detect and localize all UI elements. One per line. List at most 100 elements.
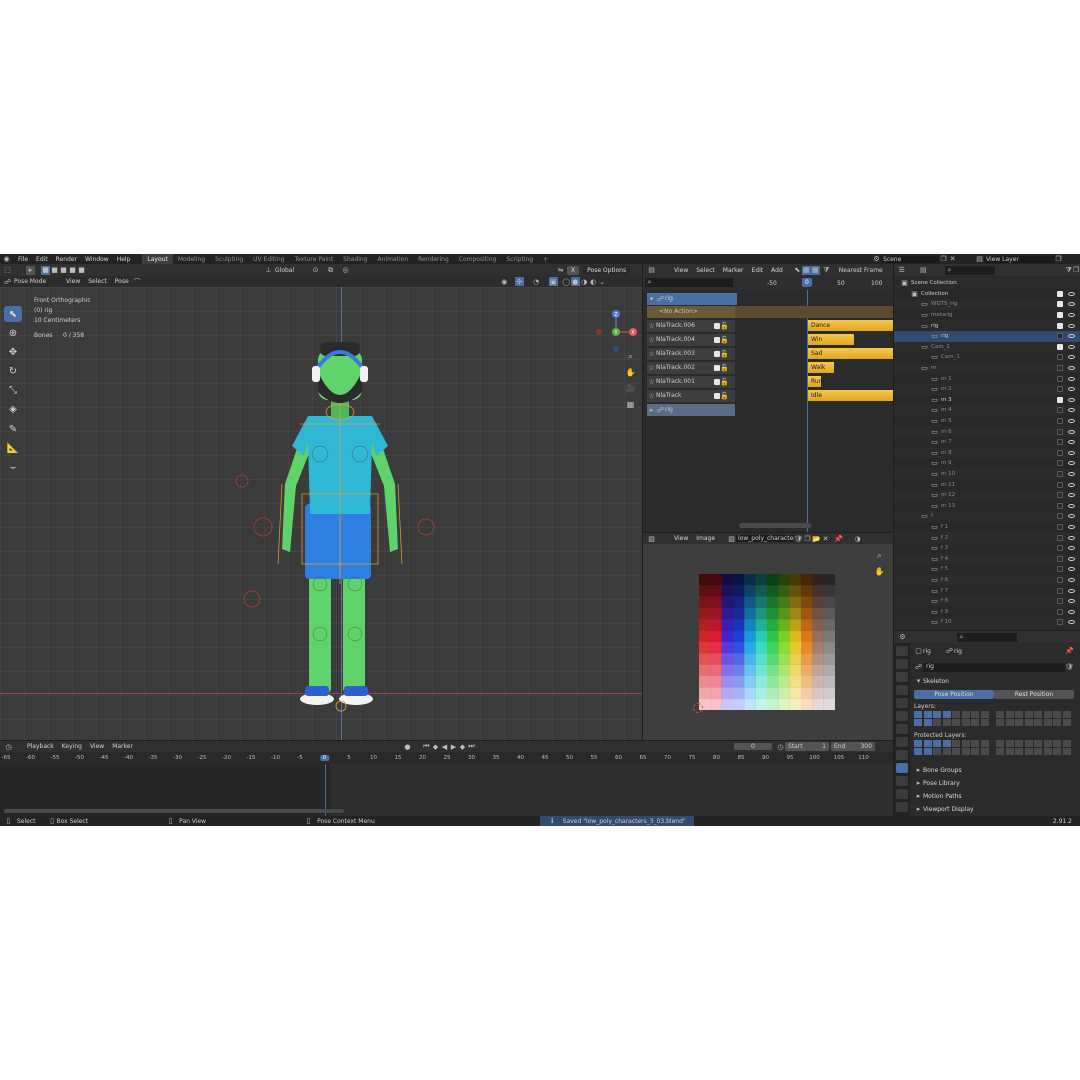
select-mode-invert-icon[interactable]: ■ <box>68 266 77 275</box>
2d-cursor-icon[interactable] <box>693 703 703 713</box>
layer-toggle[interactable] <box>914 740 922 747</box>
transform-orientation-dropdown[interactable]: Global <box>273 267 301 274</box>
visibility-eye-icon[interactable] <box>1068 609 1075 614</box>
mirror-icon[interactable]: ⇋ <box>556 266 565 275</box>
outliner-row[interactable]: ▭ m 12 <box>894 490 1080 501</box>
image-zoom-icon[interactable]: ⌕ <box>875 551 884 560</box>
exclude-checkbox[interactable] <box>1057 587 1063 594</box>
nla-menu-view[interactable]: View <box>670 267 692 274</box>
outliner-filter-icon[interactable]: ⧩ <box>1065 266 1073 275</box>
visibility-eye-icon[interactable] <box>1068 440 1075 445</box>
track-lock-icon[interactable]: 🔓 <box>720 321 729 330</box>
layer-toggle[interactable] <box>1034 748 1042 755</box>
outliner-row[interactable]: ▭ m 2 <box>894 384 1080 395</box>
armature-datablock[interactable]: ☍ rig 🛡 <box>914 662 1074 672</box>
layer-toggle[interactable] <box>971 719 979 726</box>
layer-toggle[interactable] <box>1062 740 1071 747</box>
layer-toggle[interactable] <box>961 740 970 747</box>
snap-icon[interactable]: ⧉ <box>326 266 335 275</box>
exclude-checkbox[interactable] <box>1057 449 1063 456</box>
output-tab-icon[interactable] <box>896 672 908 682</box>
visibility-eye-icon[interactable] <box>1068 450 1075 455</box>
3d-viewport[interactable]: ⬚ ▸ ■ ■ ■ ■ ■ ⊥ Global ⊙ ⧉ ◎ ⇋ X Pose Op… <box>0 264 642 740</box>
mode-dropdown[interactable]: Pose Mode <box>12 278 52 285</box>
rotate-tool-icon[interactable]: ↻ <box>4 363 22 379</box>
nla-track-row[interactable]: ☆ NlaTrack.006 🔓 Dance <box>643 319 893 332</box>
nla-only-errors-icon[interactable]: ▦ <box>810 265 820 275</box>
pin-icon[interactable]: 📌 <box>834 534 843 543</box>
outliner-row[interactable]: ▭ WGTS_rig <box>894 299 1080 310</box>
layer-toggle[interactable] <box>1053 748 1061 755</box>
layer-toggle[interactable] <box>952 748 960 755</box>
layer-toggle[interactable] <box>1062 719 1071 726</box>
exclude-checkbox[interactable] <box>1057 301 1063 308</box>
pan-hand-icon[interactable]: ✋ <box>626 368 636 377</box>
nla-track-row[interactable]: ☆ NlaTrack.004 🔓 Win <box>643 333 893 346</box>
visibility-eye-icon[interactable] <box>1068 620 1075 625</box>
layer-toggle[interactable] <box>1024 711 1033 718</box>
end-frame-field[interactable]: End 300 <box>830 742 875 751</box>
outliner-row[interactable]: ▭ Cam_1 <box>894 352 1080 363</box>
record-icon[interactable]: ● <box>403 742 412 751</box>
outliner-row[interactable]: ▭ m 13 <box>894 501 1080 512</box>
exclude-checkbox[interactable] <box>1057 439 1063 446</box>
nla-scrollbar[interactable] <box>739 523 811 528</box>
layer-toggle[interactable] <box>1043 719 1052 726</box>
exclude-checkbox[interactable] <box>1057 534 1063 541</box>
track-lock-icon[interactable]: 🔓 <box>720 335 729 344</box>
outliner-row[interactable]: ▭ f 1 <box>894 522 1080 533</box>
outliner-row[interactable]: ▭ m 11 <box>894 479 1080 490</box>
visibility-eye-icon[interactable] <box>1068 376 1075 381</box>
shading-material-icon[interactable]: ◑ <box>580 277 589 286</box>
layer-toggle[interactable] <box>980 711 989 718</box>
visibility-eye-icon[interactable] <box>1068 302 1075 307</box>
visibility-eye-icon[interactable] <box>1068 408 1075 413</box>
navigation-gizmo[interactable]: Z Y X ⌕ ✋ 🎥 ▦ <box>592 304 640 414</box>
outliner-row[interactable]: ▭ m 5 <box>894 416 1080 427</box>
layer-toggle[interactable] <box>996 748 1004 755</box>
menu-help[interactable]: Help <box>113 256 135 263</box>
nla-track-row[interactable]: ☆ NlaTrack.003 🔓 Sad <box>643 347 893 360</box>
display-channels-icon[interactable]: ◑ <box>853 534 862 543</box>
layer-toggle[interactable] <box>923 711 932 718</box>
layer-toggle[interactable] <box>1034 719 1042 726</box>
outliner-row[interactable]: ▭ m 8 <box>894 447 1080 459</box>
visibility-eye-icon[interactable] <box>1068 419 1075 424</box>
nla-object-row-collapsed[interactable]: ▸ ☍ rig <box>643 403 893 416</box>
visibility-eye-icon[interactable] <box>1068 503 1075 508</box>
layer-toggle[interactable] <box>1053 740 1061 747</box>
tab-animation[interactable]: Animation <box>373 254 414 264</box>
visibility-eye-icon[interactable] <box>1068 323 1075 328</box>
layer-toggle[interactable] <box>1053 719 1061 726</box>
xray-toggle-icon[interactable]: ▣ <box>548 277 558 286</box>
visibility-eye-icon[interactable] <box>1068 493 1075 498</box>
layer-toggle[interactable] <box>923 719 932 726</box>
timeline-editor-type-icon[interactable]: ◷ <box>4 742 13 751</box>
exclude-checkbox[interactable] <box>1057 513 1063 520</box>
fake-user-shield-icon[interactable]: 🛡 <box>1065 663 1074 672</box>
properties-editor-type-icon[interactable]: ⚙ <box>898 633 907 642</box>
protected-layers-grid[interactable] <box>914 740 1074 756</box>
expand-icon[interactable]: ▾ <box>647 294 656 303</box>
properties-editor[interactable]: ⚙ ⌕ ▢ rig ☍ rig 📌 ☍ rig 🛡 ▾ Skeleton Pos… <box>894 631 1080 816</box>
nla-strip-dance[interactable]: Dance <box>808 320 893 331</box>
visibility-eye-icon[interactable] <box>1068 397 1075 402</box>
measure-tool-icon[interactable]: 📐 <box>4 440 22 456</box>
view-icon[interactable]: ◉ <box>500 277 509 286</box>
outliner-row[interactable]: ▭ Cam_1 <box>894 341 1080 353</box>
shading-solid-icon[interactable]: ● <box>570 277 580 286</box>
motion-paths-panel[interactable]: ▸ Motion Paths <box>914 791 1074 801</box>
exclude-checkbox[interactable] <box>1057 312 1063 319</box>
visibility-eye-icon[interactable] <box>1068 578 1075 583</box>
exclude-checkbox[interactable] <box>1057 375 1063 382</box>
layer-toggle[interactable] <box>1053 711 1061 718</box>
open-image-icon[interactable]: 📂 <box>812 534 821 543</box>
outliner-editor-type-icon[interactable]: ☰ <box>898 266 906 275</box>
tab-texture-paint[interactable]: Texture Paint <box>289 254 338 264</box>
nla-editor-type-icon[interactable]: ▤ <box>647 266 656 275</box>
select-mode-new-icon[interactable]: ■ <box>41 265 50 275</box>
layer-toggle[interactable] <box>952 740 960 747</box>
layer-toggle[interactable] <box>1062 711 1071 718</box>
viewport-menu-pose[interactable]: Pose <box>111 278 133 285</box>
bone-layers-grid[interactable] <box>914 711 1074 727</box>
